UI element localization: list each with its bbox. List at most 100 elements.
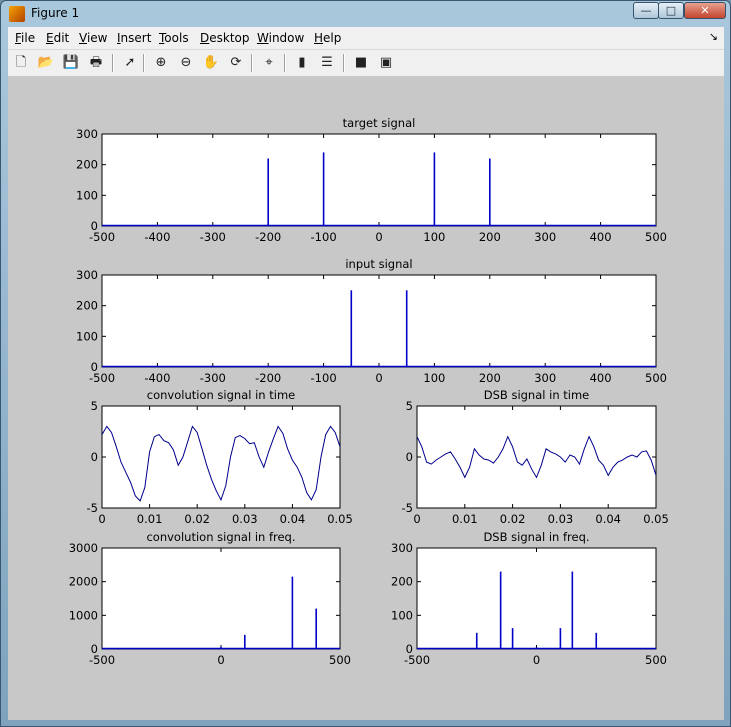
y-tick-label: 200: [76, 158, 98, 172]
subplot-title: convolution signal in freq.: [146, 530, 295, 544]
figure-toolbar: 🗋 📂 💾 🖶 ➚ ⊕ ⊖ ✋ ⟳ ⌖ ▮ ☰ ■ ▣: [8, 49, 724, 77]
x-tick-label: 0: [533, 653, 540, 667]
menu-item-file[interactable]: File: [15, 31, 35, 45]
x-tick-label: 400: [590, 371, 612, 385]
menu-item-desktop[interactable]: Desktop: [200, 31, 250, 45]
subplot-2[interactable]: input signal-500 -400 -300 -200 -100 0 100 200 3…: [76, 257, 667, 385]
show-plot-tools-icon[interactable]: ▣: [376, 53, 396, 73]
x-tick-label: -400: [144, 371, 170, 385]
subplot-title: DSB signal in time: [484, 388, 590, 402]
menu-item-tools[interactable]: Tools: [159, 31, 189, 45]
close-button[interactable]: ✕: [684, 2, 726, 19]
axes-background: [101, 547, 341, 650]
x-tick-label: 300: [534, 371, 556, 385]
save-icon[interactable]: 💾: [61, 53, 81, 73]
x-tick-label: 0.05: [643, 512, 669, 526]
window-title: Figure 1: [31, 6, 80, 20]
x-tick-label: 300: [534, 230, 556, 244]
x-tick-label: 0.03: [548, 512, 574, 526]
axes-background: [101, 133, 657, 227]
x-tick-label: 200: [479, 230, 501, 244]
x-tick-label: 500: [645, 371, 667, 385]
x-tick-label: -100: [311, 371, 337, 385]
menu-item-view[interactable]: View: [79, 31, 107, 45]
y-tick-label: 100: [76, 329, 98, 343]
menu-item-window[interactable]: Window: [257, 31, 304, 45]
y-tick-label: 300: [76, 127, 98, 141]
x-tick-label: 0.04: [595, 512, 621, 526]
edit-plot-arrow-icon[interactable]: ➚: [120, 53, 140, 73]
y-tick-label: 100: [76, 188, 98, 202]
toolbar-separator: [143, 54, 145, 72]
x-tick-label: 0: [413, 512, 420, 526]
menu-item-help[interactable]: Help: [314, 31, 341, 45]
y-tick-label: 0: [91, 360, 98, 374]
y-tick-label: 0: [406, 642, 413, 656]
x-tick-label: -200: [255, 230, 281, 244]
x-tick-label: 100: [423, 371, 445, 385]
y-tick-label: 200: [391, 575, 413, 589]
plots-svg: target signal-500 -400 -300 -200 -100 0 100 200…: [69, 116, 669, 667]
x-tick-label: 0: [217, 653, 224, 667]
y-tick-label: 5: [91, 399, 98, 413]
x-tick-label: -100: [311, 230, 337, 244]
y-tick-label: 5: [406, 399, 413, 413]
pan-hand-icon[interactable]: ✋: [201, 53, 221, 73]
title-bar[interactable]: Figure 1 — □ ✕: [1, 1, 730, 27]
x-tick-label: -200: [255, 371, 281, 385]
rotate-3d-icon[interactable]: ⟳: [226, 53, 246, 73]
menu-item-edit[interactable]: Edit: [46, 31, 69, 45]
x-tick-label: 0.05: [327, 512, 353, 526]
subplot-5[interactable]: convolution signal in freq.-500 0 50001000…: [69, 530, 351, 667]
dock-figure-icon[interactable]: ↘: [709, 30, 718, 43]
toolbar-separator: [284, 54, 286, 72]
open-file-icon[interactable]: 📂: [36, 53, 56, 73]
subplot-title: target signal: [343, 116, 416, 130]
y-tick-label: 300: [391, 541, 413, 555]
y-tick-label: 0: [91, 450, 98, 464]
y-tick-label: 1000: [69, 608, 98, 622]
x-tick-label: 100: [423, 230, 445, 244]
y-tick-label: 3000: [69, 541, 98, 555]
axes-background: [101, 274, 657, 368]
axes-background: [416, 405, 657, 509]
x-tick-label: 0.02: [500, 512, 526, 526]
x-tick-label: -400: [144, 230, 170, 244]
new-figure-icon[interactable]: 🗋: [11, 53, 31, 73]
minimize-button[interactable]: —: [633, 2, 659, 19]
toolbar-separator: [251, 54, 253, 72]
y-tick-label: 2000: [69, 575, 98, 589]
maximize-button[interactable]: □: [658, 2, 684, 19]
data-cursor-icon[interactable]: ⌖: [259, 53, 279, 73]
figure-canvas: target signal -500 -400 -300 -200 -100 0 100 200…: [8, 76, 724, 720]
x-tick-label: 0.01: [137, 512, 163, 526]
x-tick-label: 500: [329, 653, 351, 667]
subplot-4[interactable]: DSB signal in time 0 0.01 0.02 0.03 0.04 0.05 -…: [402, 388, 669, 526]
y-tick-label: 0: [91, 219, 98, 233]
subplot-title: convolution signal in time: [147, 388, 295, 402]
x-tick-label: 0.02: [184, 512, 210, 526]
legend-icon[interactable]: ☰: [317, 53, 337, 73]
x-tick-label: 0: [375, 230, 382, 244]
x-tick-label: 0: [375, 371, 382, 385]
subplot-1[interactable]: target signal-500 -400 -300 -200 -100 0 100 200…: [76, 116, 667, 244]
menu-item-insert[interactable]: Insert: [117, 31, 151, 45]
x-tick-label: 200: [479, 371, 501, 385]
x-tick-label: 0.03: [232, 512, 258, 526]
hide-plot-tools-icon[interactable]: ■: [351, 53, 371, 73]
y-tick-label: 200: [76, 299, 98, 313]
zoom-in-icon[interactable]: ⊕: [151, 53, 171, 73]
y-tick-label: -5: [87, 501, 98, 515]
zoom-out-icon[interactable]: ⊖: [176, 53, 196, 73]
figure-window: Figure 1 — □ ✕ ↘ File Edit View Insert Tools…: [0, 0, 731, 727]
x-tick-label: 500: [645, 230, 667, 244]
toolbar-separator: [343, 54, 345, 72]
colorbar-icon[interactable]: ▮: [292, 53, 312, 73]
x-tick-label: -300: [200, 230, 226, 244]
window-client: ↘ File Edit View Insert Tools Desktop Window He…: [8, 27, 724, 720]
x-tick-label: 0: [98, 512, 105, 526]
x-tick-label: 0.01: [452, 512, 478, 526]
subplot-6[interactable]: DSB signal in freq.-500 0 5000100200300: [391, 530, 667, 667]
subplot-3[interactable]: convolution signal in time 0 0.01 0.02 0.03 0…: [87, 388, 353, 526]
print-icon[interactable]: 🖶: [86, 53, 106, 73]
